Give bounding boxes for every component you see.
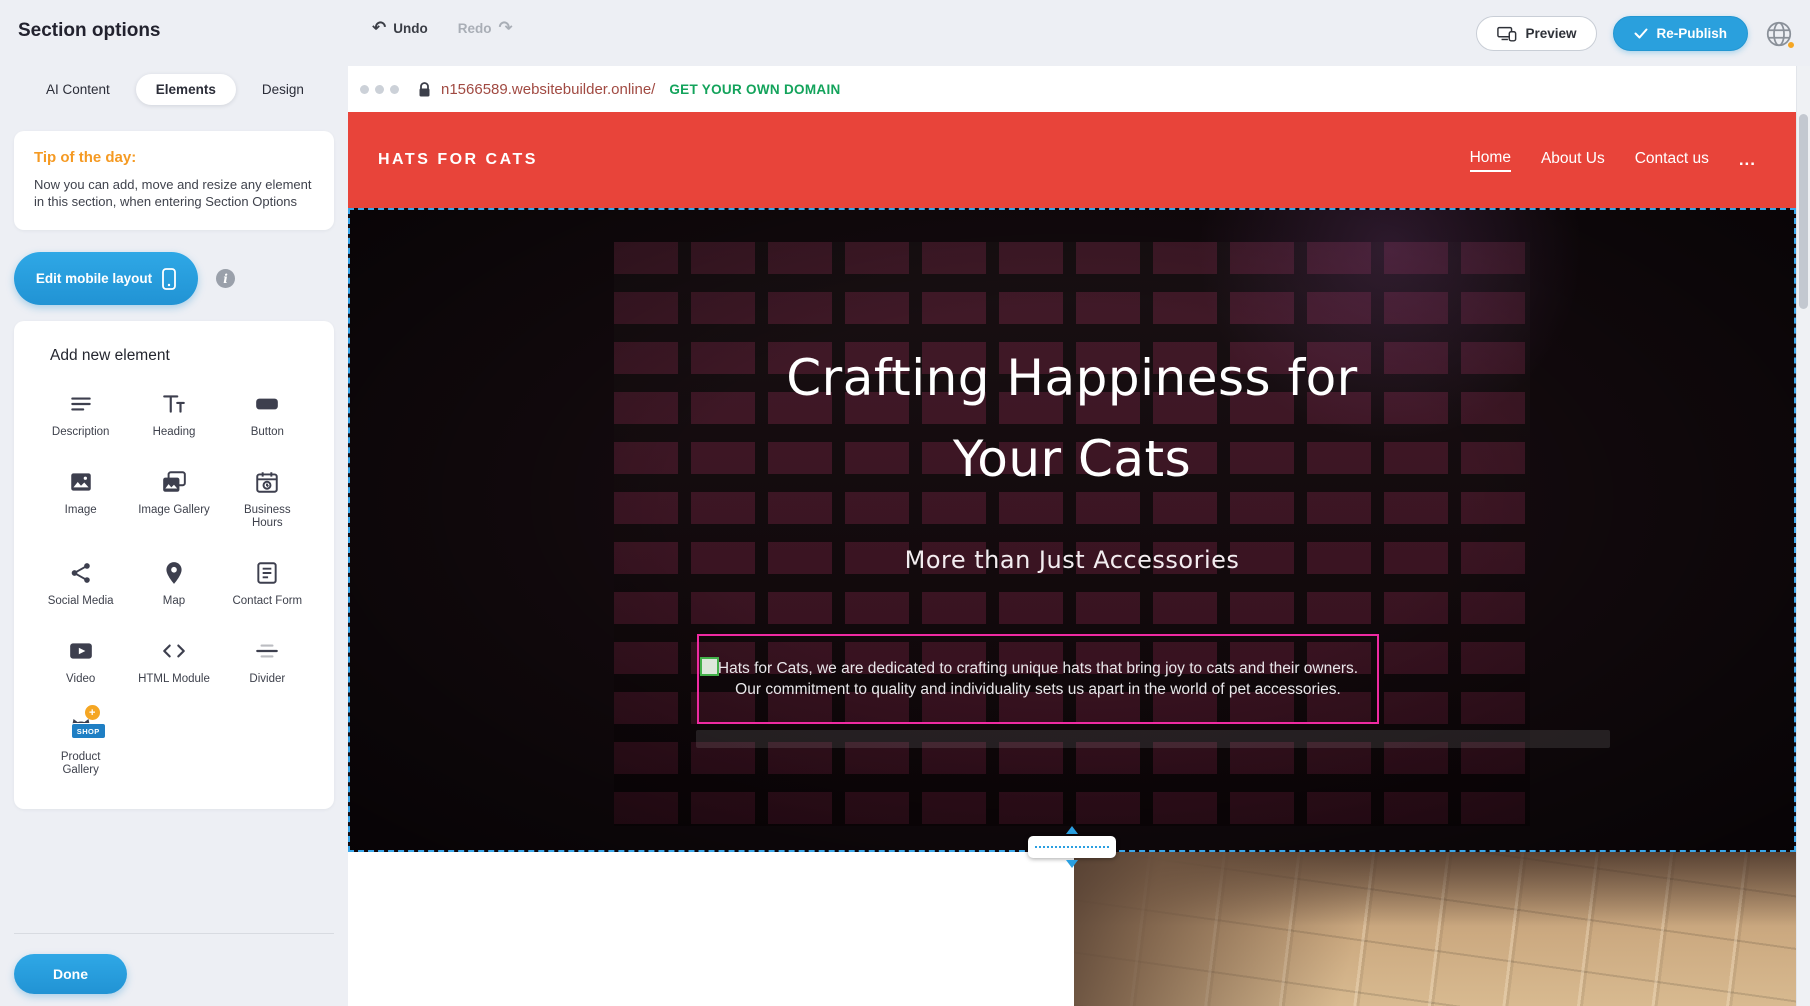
edit-mobile-layout-button[interactable]: Edit mobile layout [14,252,198,305]
tab-elements[interactable]: Elements [136,74,236,105]
element-drag-handle[interactable] [700,657,719,676]
image-gallery-icon [160,467,188,497]
language-globe-button[interactable] [1764,19,1794,49]
section-resize-handle[interactable] [1028,826,1116,868]
site-url[interactable]: n1566589.websitebuilder.online/ [441,81,655,98]
plus-badge: + [85,705,100,720]
social-media-icon [68,558,94,588]
site-header: HATS FOR CATS Home About Us Contact us .… [348,112,1796,208]
add-new-element-panel: Add new element Description Heading Butt… [14,321,334,809]
arrow-down-icon [1066,860,1078,868]
window-dot [390,85,399,94]
element-item-product-gallery[interactable]: + SHOP Product Gallery [34,714,127,777]
site-nav: Home About Us Contact us ... [1470,149,1756,172]
heading-icon [161,389,187,419]
paving-photo[interactable] [1074,852,1796,1006]
nav-item-home[interactable]: Home [1470,149,1511,172]
tab-design[interactable]: Design [242,74,324,105]
element-grid: Description Heading Button Image [14,389,334,777]
nav-item-contact-us[interactable]: Contact us [1635,150,1709,171]
element-item-social-media[interactable]: Social Media [34,558,127,608]
tab-ai-content[interactable]: AI Content [26,74,130,105]
section-options-sidebar: AI Content Elements Design Tip of the da… [0,66,348,1006]
image-icon [68,467,94,497]
element-item-heading[interactable]: Heading [127,389,220,439]
redo-button[interactable]: Redo ↷ [458,20,513,37]
hero-heading[interactable]: Crafting Happiness for Your Cats [350,338,1794,500]
window-dot [375,85,384,94]
element-item-button[interactable]: Button [221,389,314,439]
arrow-up-icon [1066,826,1078,834]
page-title: Section options [18,20,161,42]
hero-section-selected[interactable]: Crafting Happiness for Your Cats More th… [348,208,1796,852]
sidebar-tabs: AI Content Elements Design [26,74,348,105]
lock-icon [417,81,432,98]
check-icon [1634,28,1648,39]
element-item-business-hours[interactable]: Business Hours [221,467,314,530]
element-item-map[interactable]: Map [127,558,220,608]
site-logo[interactable]: HATS FOR CATS [378,151,538,169]
element-item-contact-form[interactable]: Contact Form [221,558,314,608]
done-button[interactable]: Done [14,954,127,994]
republish-button[interactable]: Re-Publish [1613,16,1748,51]
undo-icon: ↶ [372,20,386,37]
page-scrollbar-track [1796,66,1810,1006]
hero-subheading[interactable]: More than Just Accessories [350,546,1794,574]
button-icon [253,389,281,419]
window-dot [360,85,369,94]
product-gallery-icon: + SHOP [64,714,98,744]
element-item-html-module[interactable]: HTML Module [127,636,220,686]
top-bar: Section options ↶ Undo Redo ↷ Preview [0,0,1810,66]
window-dots [360,85,399,94]
divider-icon [253,636,281,666]
element-item-video[interactable]: Video [34,636,127,686]
redo-icon: ↷ [499,20,513,37]
business-hours-icon [254,467,280,497]
notification-dot [1787,41,1795,49]
undo-redo-group: ↶ Undo Redo ↷ [372,20,513,37]
contact-form-icon [254,558,280,588]
site-preview-area: n1566589.websitebuilder.online/ GET YOUR… [348,66,1796,1006]
element-item-image[interactable]: Image [34,467,127,530]
topbar-actions: Preview Re-Publish [1476,16,1794,51]
element-item-image-gallery[interactable]: Image Gallery [127,467,220,530]
tip-body: Now you can add, move and resize any ele… [34,176,314,210]
hero-paragraph: Hats for Cats, we are dedicated to craft… [699,658,1377,700]
add-new-element-title: Add new element [50,347,334,365]
video-icon [67,636,95,666]
selected-text-element[interactable]: Hats for Cats, we are dedicated to craft… [697,634,1379,724]
code-icon [160,636,188,666]
devices-icon [1497,26,1517,42]
page-scrollbar-thumb[interactable] [1799,114,1808,309]
map-pin-icon [161,558,187,588]
next-section-partial [348,852,1796,1006]
edit-mobile-row: Edit mobile layout i [14,252,348,305]
undo-button[interactable]: ↶ Undo [372,20,428,37]
browser-chrome: n1566589.websitebuilder.online/ GET YOUR… [348,66,1796,112]
phone-icon [162,268,176,290]
nav-more-button[interactable]: ... [1739,150,1756,170]
element-item-description[interactable]: Description [34,389,127,439]
dotted-line [1035,846,1109,848]
tip-of-the-day-card: Tip of the day: Now you can add, move an… [14,131,334,230]
info-icon[interactable]: i [216,269,235,288]
description-lines-icon [68,389,94,419]
get-domain-link[interactable]: GET YOUR OWN DOMAIN [669,82,840,97]
nav-item-about-us[interactable]: About Us [1541,150,1605,171]
element-item-divider[interactable]: Divider [221,636,314,686]
element-hover-ghost [696,730,1610,748]
shop-badge: SHOP [71,723,106,739]
preview-button[interactable]: Preview [1476,16,1597,51]
tip-title: Tip of the day: [34,149,314,166]
sidebar-divider [14,933,334,934]
